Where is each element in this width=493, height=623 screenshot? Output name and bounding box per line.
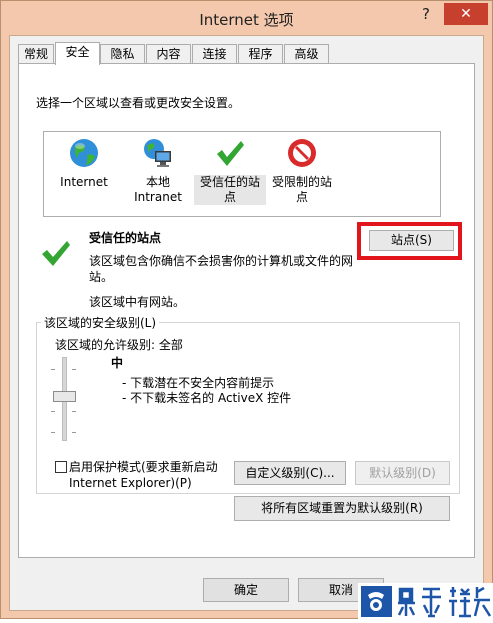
zone-has-sites-text: 该区域中有网站。 bbox=[89, 295, 186, 309]
security-tab-panel: 选择一个区域以查看或更改安全设置。 Internet 本地 Intranet 受… bbox=[18, 63, 475, 558]
custom-level-button[interactable]: 自定义级别(C)... bbox=[234, 461, 346, 485]
zone-list: Internet 本地 Intranet 受信任的站 点 受限制的站 点 bbox=[43, 131, 441, 217]
zone-restricted-label: 受限制的站 点 bbox=[271, 175, 332, 204]
slider-tick bbox=[72, 411, 76, 412]
tab-content[interactable]: 内容 bbox=[146, 44, 191, 64]
tab-connections[interactable]: 连接 bbox=[192, 44, 237, 64]
zone-trusted-sites[interactable]: 受信任的站 点 bbox=[194, 132, 266, 205]
allowed-levels-text: 该区域的允许级别: 全部 bbox=[55, 338, 183, 352]
default-level-button[interactable]: 默认级别(D) bbox=[355, 461, 450, 485]
level-bullet-2: - 不下载未签名的 ActiveX 控件 bbox=[122, 391, 292, 405]
selected-zone-checkmark-icon bbox=[42, 241, 70, 266]
tab-security[interactable]: 安全 bbox=[55, 42, 100, 65]
highlight-box bbox=[357, 222, 462, 260]
security-level-name: 中 bbox=[111, 356, 124, 370]
zone-internet[interactable]: Internet bbox=[48, 132, 120, 190]
security-level-group-title: 该区域的安全级别(L) bbox=[41, 314, 160, 331]
close-button[interactable]: ✕ bbox=[444, 3, 488, 25]
no-entry-icon bbox=[288, 139, 316, 167]
zone-restricted-sites[interactable]: 受限制的站 点 bbox=[266, 132, 338, 205]
checkmark-icon bbox=[217, 141, 244, 166]
internet-options-window: Internet 选项 ? ✕ 常规 安全 隐私 内容 连接 程序 高级 选择一… bbox=[0, 0, 493, 620]
slider-thumb[interactable] bbox=[53, 391, 76, 402]
zone-trusted-label: 受信任的站 点 bbox=[194, 175, 266, 205]
protected-mode-checkbox[interactable] bbox=[55, 461, 67, 473]
dialog-client: 常规 安全 隐私 内容 连接 程序 高级 选择一个区域以查看或更改安全设置。 I… bbox=[9, 35, 484, 611]
slider-tick bbox=[51, 432, 55, 433]
tab-privacy[interactable]: 隐私 bbox=[100, 44, 145, 64]
slider-tick bbox=[72, 432, 76, 433]
intranet-icon bbox=[144, 139, 171, 167]
selected-zone-title: 受信任的站点 bbox=[89, 231, 162, 245]
slider-tick bbox=[72, 369, 76, 370]
zone-local-intranet[interactable]: 本地 Intranet bbox=[122, 132, 194, 205]
ok-button[interactable]: 确定 bbox=[203, 578, 289, 602]
zone-instruction: 选择一个区域以查看或更改安全设置。 bbox=[36, 96, 241, 110]
slider-tick bbox=[51, 369, 55, 370]
protected-mode-label[interactable]: 启用保护模式(要求重新启动 Internet Explorer)(P) bbox=[69, 459, 234, 491]
slider-tick bbox=[51, 411, 55, 412]
globe-icon bbox=[70, 139, 98, 167]
security-level-slider[interactable] bbox=[51, 357, 77, 441]
tab-general[interactable]: 常规 bbox=[18, 44, 54, 64]
watermark-logo bbox=[358, 583, 493, 620]
zone-intranet-label: 本地 Intranet bbox=[134, 175, 182, 204]
title-bar[interactable]: Internet 选项 ? ✕ bbox=[1, 1, 492, 35]
reset-all-zones-button[interactable]: 将所有区域重置为默认级别(R) bbox=[234, 496, 450, 521]
zone-internet-label: Internet bbox=[60, 175, 108, 189]
help-button[interactable]: ? bbox=[409, 3, 443, 27]
watermark-logo-icon bbox=[361, 586, 492, 618]
selected-zone-description: 该区域包含你确信不会损害你的计算机或文件的网站。 bbox=[89, 254, 354, 284]
tab-advanced[interactable]: 高级 bbox=[284, 44, 329, 64]
tab-programs[interactable]: 程序 bbox=[238, 44, 283, 64]
